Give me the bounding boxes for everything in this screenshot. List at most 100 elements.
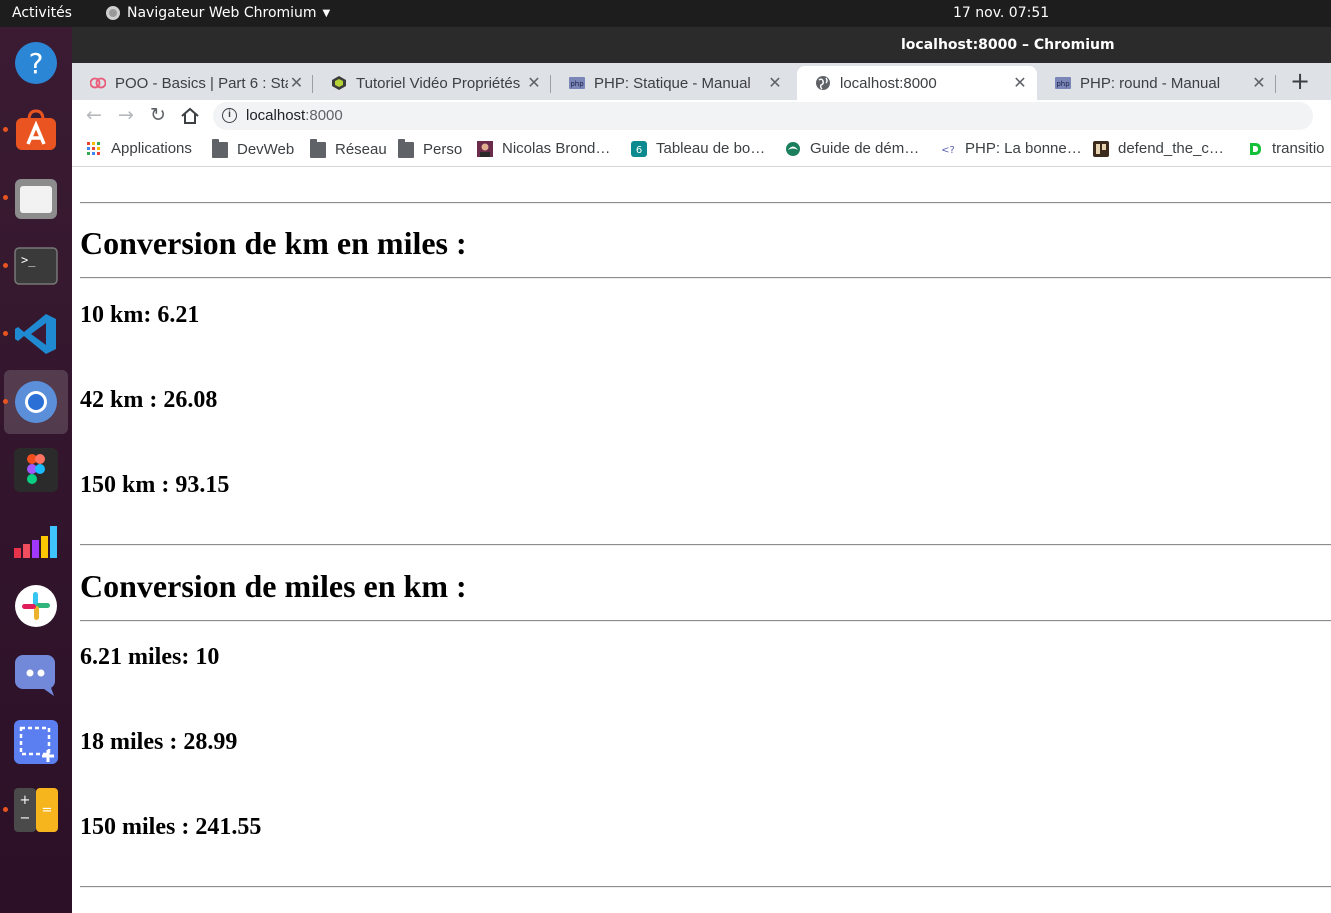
calculator-icon: + −= xyxy=(14,788,58,832)
files-icon xyxy=(15,179,57,219)
running-indicator xyxy=(3,263,8,268)
result-line: 18 miles : 28.99 xyxy=(80,729,238,755)
dock-item-deezer[interactable] xyxy=(4,506,68,570)
bookmark-label: Nicolas Brond… xyxy=(502,140,611,157)
slack-icon xyxy=(15,585,57,627)
tab-label: PHP: Statique - Manual xyxy=(594,74,751,92)
close-icon[interactable]: ✕ xyxy=(1250,73,1268,93)
site-info-icon[interactable]: i xyxy=(222,108,237,123)
tab-strip: POO - Basics | Part 6 : Stat ✕ Tutoriel … xyxy=(72,63,1331,100)
app-menu[interactable]: Navigateur Web Chromium ▼ xyxy=(106,5,330,21)
heading-km-to-miles: Conversion de km en miles : xyxy=(80,225,467,261)
cube-favicon-icon xyxy=(332,76,346,90)
running-indicator xyxy=(3,195,8,200)
svg-text:+: + xyxy=(20,793,31,808)
dashboard-icon: 6 xyxy=(631,140,647,157)
php-favicon-icon: php xyxy=(569,77,585,89)
dock-item-screenshot[interactable] xyxy=(4,710,68,774)
folder-icon xyxy=(310,139,326,158)
result-line: 42 km : 26.08 xyxy=(80,387,218,413)
app-menu-label: Navigateur Web Chromium xyxy=(127,5,317,21)
page-content: Conversion de km en miles : 10 km: 6.21 … xyxy=(72,168,1331,913)
bookmark-label: defend_the_c… xyxy=(1118,140,1224,157)
bookmark-label: DevWeb xyxy=(237,140,295,158)
running-indicator xyxy=(3,331,8,336)
code-icon: <? xyxy=(941,145,955,156)
deezer-icon xyxy=(14,526,57,558)
apps-grid-icon xyxy=(87,141,100,155)
guide-icon xyxy=(786,141,800,156)
reload-icon[interactable]: ↻ xyxy=(146,104,170,128)
svg-text:=: = xyxy=(42,803,53,818)
window-title-bar[interactable]: localhost:8000 – Chromium xyxy=(72,27,1331,63)
new-tab-button[interactable]: + xyxy=(1285,67,1315,97)
dock-item-terminal[interactable]: >_ xyxy=(3,234,68,298)
avatar-icon xyxy=(477,140,493,157)
close-icon[interactable]: ✕ xyxy=(766,73,784,93)
tab-localhost[interactable]: localhost:8000 ✕ xyxy=(797,66,1037,100)
home-icon[interactable] xyxy=(178,104,202,128)
dock-item-discord[interactable] xyxy=(4,642,68,706)
dock-item-chromium[interactable] xyxy=(3,370,68,434)
svg-text:>_: >_ xyxy=(21,253,36,267)
close-icon[interactable]: ✕ xyxy=(1011,73,1029,93)
globe-favicon-icon xyxy=(816,76,830,90)
dock-item-software-center[interactable] xyxy=(3,98,68,162)
address-bar[interactable]: i localhost:8000 xyxy=(213,102,1313,130)
dock-item-files[interactable] xyxy=(3,166,68,230)
bookmark-guide[interactable]: Guide de dém… xyxy=(785,140,919,157)
svg-text:<?: <? xyxy=(941,145,955,156)
tab-php-statique[interactable]: php PHP: Statique - Manual ✕ xyxy=(551,66,792,100)
bookmark-devweb[interactable]: DevWeb xyxy=(212,139,295,158)
d-logo-icon xyxy=(1250,142,1261,155)
chevron-down-icon: ▼ xyxy=(322,7,331,19)
bookmark-tableau[interactable]: 6 Tableau de bo… xyxy=(631,140,765,157)
tab-tutoriel-video[interactable]: Tutoriel Vidéo Propriétés ✕ xyxy=(313,66,551,100)
tab-label: PHP: round - Manual xyxy=(1080,74,1221,92)
system-top-bar: Activités Navigateur Web Chromium ▼ 17 n… xyxy=(0,0,1331,27)
horizontal-rule xyxy=(80,277,1331,279)
close-icon[interactable]: ✕ xyxy=(525,73,543,93)
url-port: :8000 xyxy=(305,107,343,124)
tab-poo-basics[interactable]: POO - Basics | Part 6 : Stat ✕ xyxy=(72,66,313,100)
vscode-icon xyxy=(15,314,56,354)
figma-icon xyxy=(14,448,58,492)
result-line: 150 km : 93.15 xyxy=(80,472,230,498)
bookmark-reseau[interactable]: Réseau xyxy=(310,139,387,158)
browser-toolbar: ← → ↻ i localhost:8000 xyxy=(72,100,1331,132)
bookmark-nicolas[interactable]: Nicolas Brond… xyxy=(477,140,610,157)
heading-miles-to-km: Conversion de miles en km : xyxy=(80,568,467,604)
dock-item-figma[interactable] xyxy=(4,438,68,502)
php-favicon-icon: php xyxy=(1055,77,1071,89)
tab-label: localhost:8000 xyxy=(840,74,937,92)
chromium-small-icon xyxy=(106,6,120,20)
bookmark-transition[interactable]: transitio xyxy=(1247,140,1325,157)
bookmark-label: Réseau xyxy=(335,140,387,158)
tab-label: POO - Basics | Part 6 : Stat xyxy=(115,74,288,92)
dock-item-vscode[interactable] xyxy=(3,302,68,366)
result-line: 150 miles : 241.55 xyxy=(80,814,262,840)
forward-arrow-icon[interactable]: → xyxy=(114,104,138,128)
brain-favicon-icon xyxy=(90,77,106,89)
dock-item-slack[interactable] xyxy=(4,574,68,638)
back-arrow-icon[interactable]: ← xyxy=(82,104,106,128)
dock-item-calculator[interactable]: + − = xyxy=(3,778,68,842)
bookmark-php-bonne[interactable]: <? PHP: La bonne… xyxy=(940,140,1082,157)
game-icon xyxy=(1093,140,1109,157)
horizontal-rule xyxy=(80,886,1331,888)
svg-text:?: ? xyxy=(29,47,44,80)
tab-php-round[interactable]: php PHP: round - Manual ✕ xyxy=(1037,66,1276,100)
tab-label: Tutoriel Vidéo Propriétés xyxy=(356,74,521,92)
activities-button[interactable]: Activités xyxy=(12,5,72,21)
bookmark-perso[interactable]: Perso xyxy=(398,139,462,158)
folder-icon xyxy=(398,139,414,158)
bookmark-applications[interactable]: Applications xyxy=(86,140,192,157)
bookmark-defend[interactable]: defend_the_c… xyxy=(1093,140,1224,157)
result-line: 10 km: 6.21 xyxy=(80,302,200,328)
help-icon: ? xyxy=(15,42,57,84)
bookmark-label: Tableau de bo… xyxy=(656,140,766,157)
svg-text:6: 6 xyxy=(636,145,642,156)
close-icon[interactable]: ✕ xyxy=(288,73,305,93)
dock-item-help[interactable]: ? xyxy=(4,31,68,95)
clock[interactable]: 17 nov. 07:51 xyxy=(953,5,1049,21)
